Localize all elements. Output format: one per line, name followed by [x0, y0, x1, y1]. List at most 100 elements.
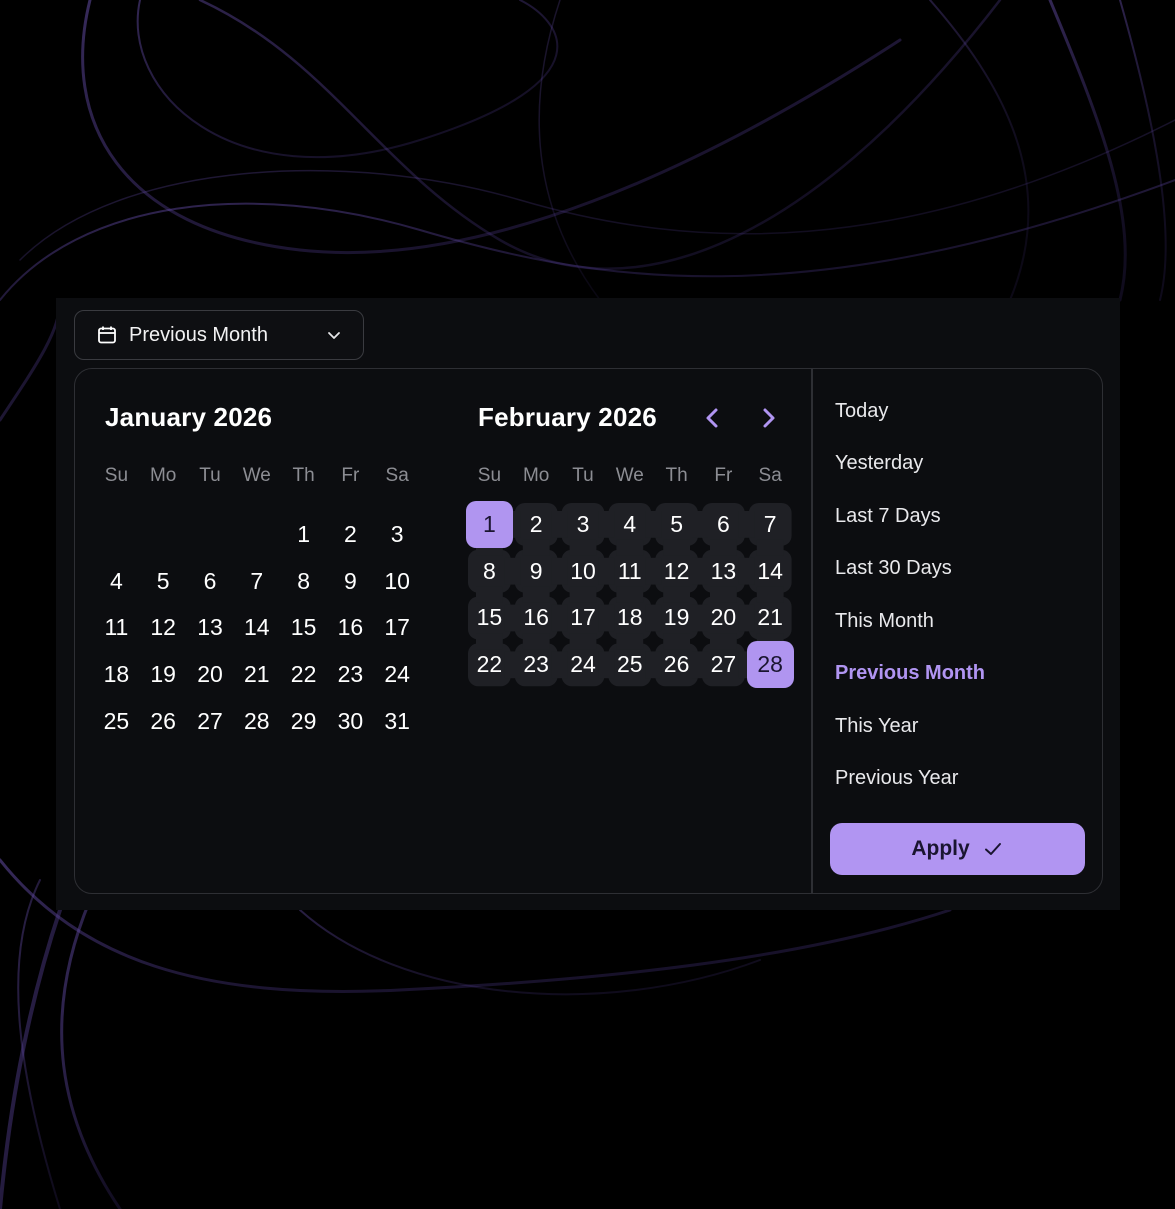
day-cell[interactable]: 25: [93, 698, 140, 745]
day-cell[interactable]: 4: [606, 501, 653, 548]
day-cell[interactable]: 8: [280, 558, 327, 605]
range-end-day[interactable]: 28: [746, 641, 794, 689]
day-cell[interactable]: 3: [374, 511, 421, 558]
weekday-label: Su: [477, 465, 502, 486]
date-range-picker: Previous Month January 2026 February 202…: [56, 298, 1120, 910]
day-cell[interactable]: 26: [140, 698, 187, 745]
january-grid: Su Mo Tu We Th Fr Sa 1 2 3 4 5 6 7 8 9 10 11 12 13 14…: [93, 461, 421, 745]
preset-list: Today Yesterday Last 7 Days Last 30 Days Thi…: [835, 385, 1085, 805]
day-cell[interactable]: 8: [466, 548, 513, 595]
day-cell[interactable]: 18: [93, 651, 140, 698]
day-cell[interactable]: 23: [513, 641, 560, 688]
february-range: 1 2 3 4 5 6 7 8 9 10 11 12 13 14 15 16 17 18 19 20 21 22 23 24 2…: [466, 501, 794, 689]
weekday-label: Tu: [199, 465, 221, 486]
weekday-label: We: [615, 465, 644, 486]
day-cell[interactable]: 23: [327, 651, 374, 698]
calendar-card: January 2026 February 2026 Su Mo Tu We T…: [74, 368, 1103, 894]
weekday-label: Su: [104, 465, 129, 486]
month-title-february: February 2026: [478, 402, 657, 432]
preset-previous-year[interactable]: Previous Year: [835, 753, 1085, 806]
day-cell[interactable]: 12: [140, 605, 187, 652]
day-cell[interactable]: 31: [374, 698, 421, 745]
day-cell[interactable]: 27: [700, 641, 747, 688]
day-cell[interactable]: 5: [140, 558, 187, 605]
weekday-label: We: [242, 465, 271, 486]
next-month-button[interactable]: [753, 403, 783, 433]
day-cell[interactable]: 14: [233, 605, 280, 652]
weekday-label: Th: [665, 465, 688, 486]
empty-cell: [140, 511, 187, 558]
day-cell[interactable]: 29: [280, 698, 327, 745]
day-cell[interactable]: 2: [513, 501, 560, 548]
range-start-day[interactable]: 1: [466, 501, 513, 548]
day-cell[interactable]: 9: [513, 548, 560, 595]
preset-last-30-days[interactable]: Last 30 Days: [835, 543, 1085, 596]
day-cell[interactable]: 12: [653, 548, 700, 595]
previous-month-button[interactable]: [698, 403, 728, 433]
day-cell[interactable]: 24: [560, 641, 607, 688]
preset-yesterday[interactable]: Yesterday: [835, 438, 1085, 491]
day-cell[interactable]: 4: [93, 558, 140, 605]
day-cell[interactable]: 26: [653, 641, 700, 688]
preset-previous-month[interactable]: Previous Month: [835, 648, 1085, 701]
day-cell[interactable]: 13: [187, 605, 234, 652]
day-cell[interactable]: 20: [700, 595, 747, 642]
day-cell[interactable]: 15: [466, 595, 513, 642]
chevron-down-icon: [325, 326, 343, 344]
chevron-left-icon: [706, 408, 718, 428]
day-cell[interactable]: 11: [93, 605, 140, 652]
day-cell[interactable]: 6: [700, 501, 747, 548]
day-cell[interactable]: 19: [140, 651, 187, 698]
day-cell[interactable]: 21: [747, 595, 794, 642]
weekday-label: Sa: [385, 465, 409, 486]
day-cell[interactable]: 7: [747, 501, 794, 548]
day-cell[interactable]: 30: [327, 698, 374, 745]
weekday-label: Th: [292, 465, 315, 486]
day-cell[interactable]: 24: [374, 651, 421, 698]
day-cell[interactable]: 11: [606, 548, 653, 595]
day-cell[interactable]: 22: [466, 641, 513, 688]
day-cell[interactable]: 13: [700, 548, 747, 595]
day-cell[interactable]: 6: [187, 558, 234, 605]
preset-last-7-days[interactable]: Last 7 Days: [835, 490, 1085, 543]
day-cell[interactable]: 19: [653, 595, 700, 642]
day-cell[interactable]: 10: [374, 558, 421, 605]
weekday-label: Mo: [522, 465, 550, 486]
day-cell[interactable]: 2: [327, 511, 374, 558]
empty-cell: [187, 511, 234, 558]
month-title-january: January 2026: [105, 402, 273, 432]
day-cell[interactable]: 5: [653, 501, 700, 548]
date-range-dropdown[interactable]: Previous Month: [74, 310, 364, 360]
day-cell[interactable]: 27: [187, 698, 234, 745]
day-cell[interactable]: 17: [374, 605, 421, 652]
calendar-icon: [97, 325, 117, 345]
weekday-label: Fr: [341, 465, 360, 486]
day-cell[interactable]: 15: [280, 605, 327, 652]
day-cell[interactable]: 3: [560, 501, 607, 548]
preset-today[interactable]: Today: [835, 385, 1085, 438]
day-cell[interactable]: 22: [280, 651, 327, 698]
apply-label: Apply: [911, 837, 970, 860]
day-cell[interactable]: 10: [560, 548, 607, 595]
weekday-label: Mo: [149, 465, 177, 486]
day-cell[interactable]: 1: [280, 511, 327, 558]
february-days: 1 2 3 4 5 6 7 8 9 10 11 12 13 14 15 16 17 18 19 20 21 22 23 24 2…: [466, 501, 794, 689]
preset-this-year[interactable]: This Year: [835, 700, 1085, 753]
day-cell[interactable]: 28: [233, 698, 280, 745]
day-cell[interactable]: 18: [606, 595, 653, 642]
dropdown-label: Previous Month: [129, 323, 268, 346]
day-cell[interactable]: 20: [187, 651, 234, 698]
panel-divider: [811, 369, 813, 893]
apply-button[interactable]: Apply: [830, 823, 1085, 875]
day-cell[interactable]: 7: [233, 558, 280, 605]
day-cell[interactable]: 25: [606, 641, 653, 688]
preset-this-month[interactable]: This Month: [835, 595, 1085, 648]
day-cell[interactable]: 9: [327, 558, 374, 605]
day-cell[interactable]: 16: [513, 595, 560, 642]
check-icon: [982, 838, 1004, 860]
empty-cell: [233, 511, 280, 558]
day-cell[interactable]: 14: [747, 548, 794, 595]
day-cell[interactable]: 16: [327, 605, 374, 652]
day-cell[interactable]: 17: [560, 595, 607, 642]
day-cell[interactable]: 21: [233, 651, 280, 698]
